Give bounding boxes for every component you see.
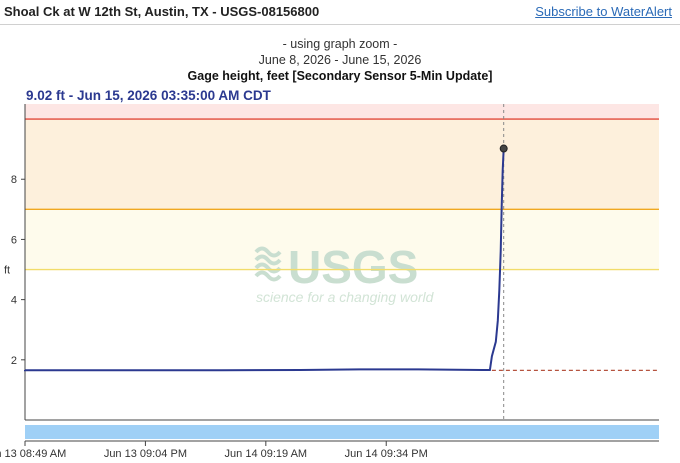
y-tick-label: 6 [11, 234, 17, 246]
y-tick-label: 4 [11, 295, 17, 307]
band-red-orange [25, 119, 659, 210]
value-readout: 9.02 ft - Jun 15, 2026 03:35:00 AM CDT [26, 88, 271, 103]
x-tick-label: Jun 14 09:19 AM [225, 448, 308, 460]
band-above-red [25, 104, 659, 120]
y-axis-label: ft [4, 265, 10, 277]
latest-value-point[interactable] [499, 144, 508, 153]
x-tick-label: Jun 13 08:49 AM [0, 448, 66, 460]
watermark-tagline: science for a changing world [256, 289, 435, 305]
x-tick-label: Jun 13 09:04 PM [104, 448, 187, 460]
y-tick-label: 2 [11, 355, 17, 367]
watermark-logo-text: USGS [288, 241, 418, 293]
x-tick-label: Jun 14 09:34 PM [345, 448, 428, 460]
hydrograph-chart[interactable]: USGS science for a changing world 2 4 6 8 J… [0, 0, 680, 463]
y-tick-label: 8 [11, 174, 17, 186]
brush-range-bar[interactable] [25, 425, 659, 439]
